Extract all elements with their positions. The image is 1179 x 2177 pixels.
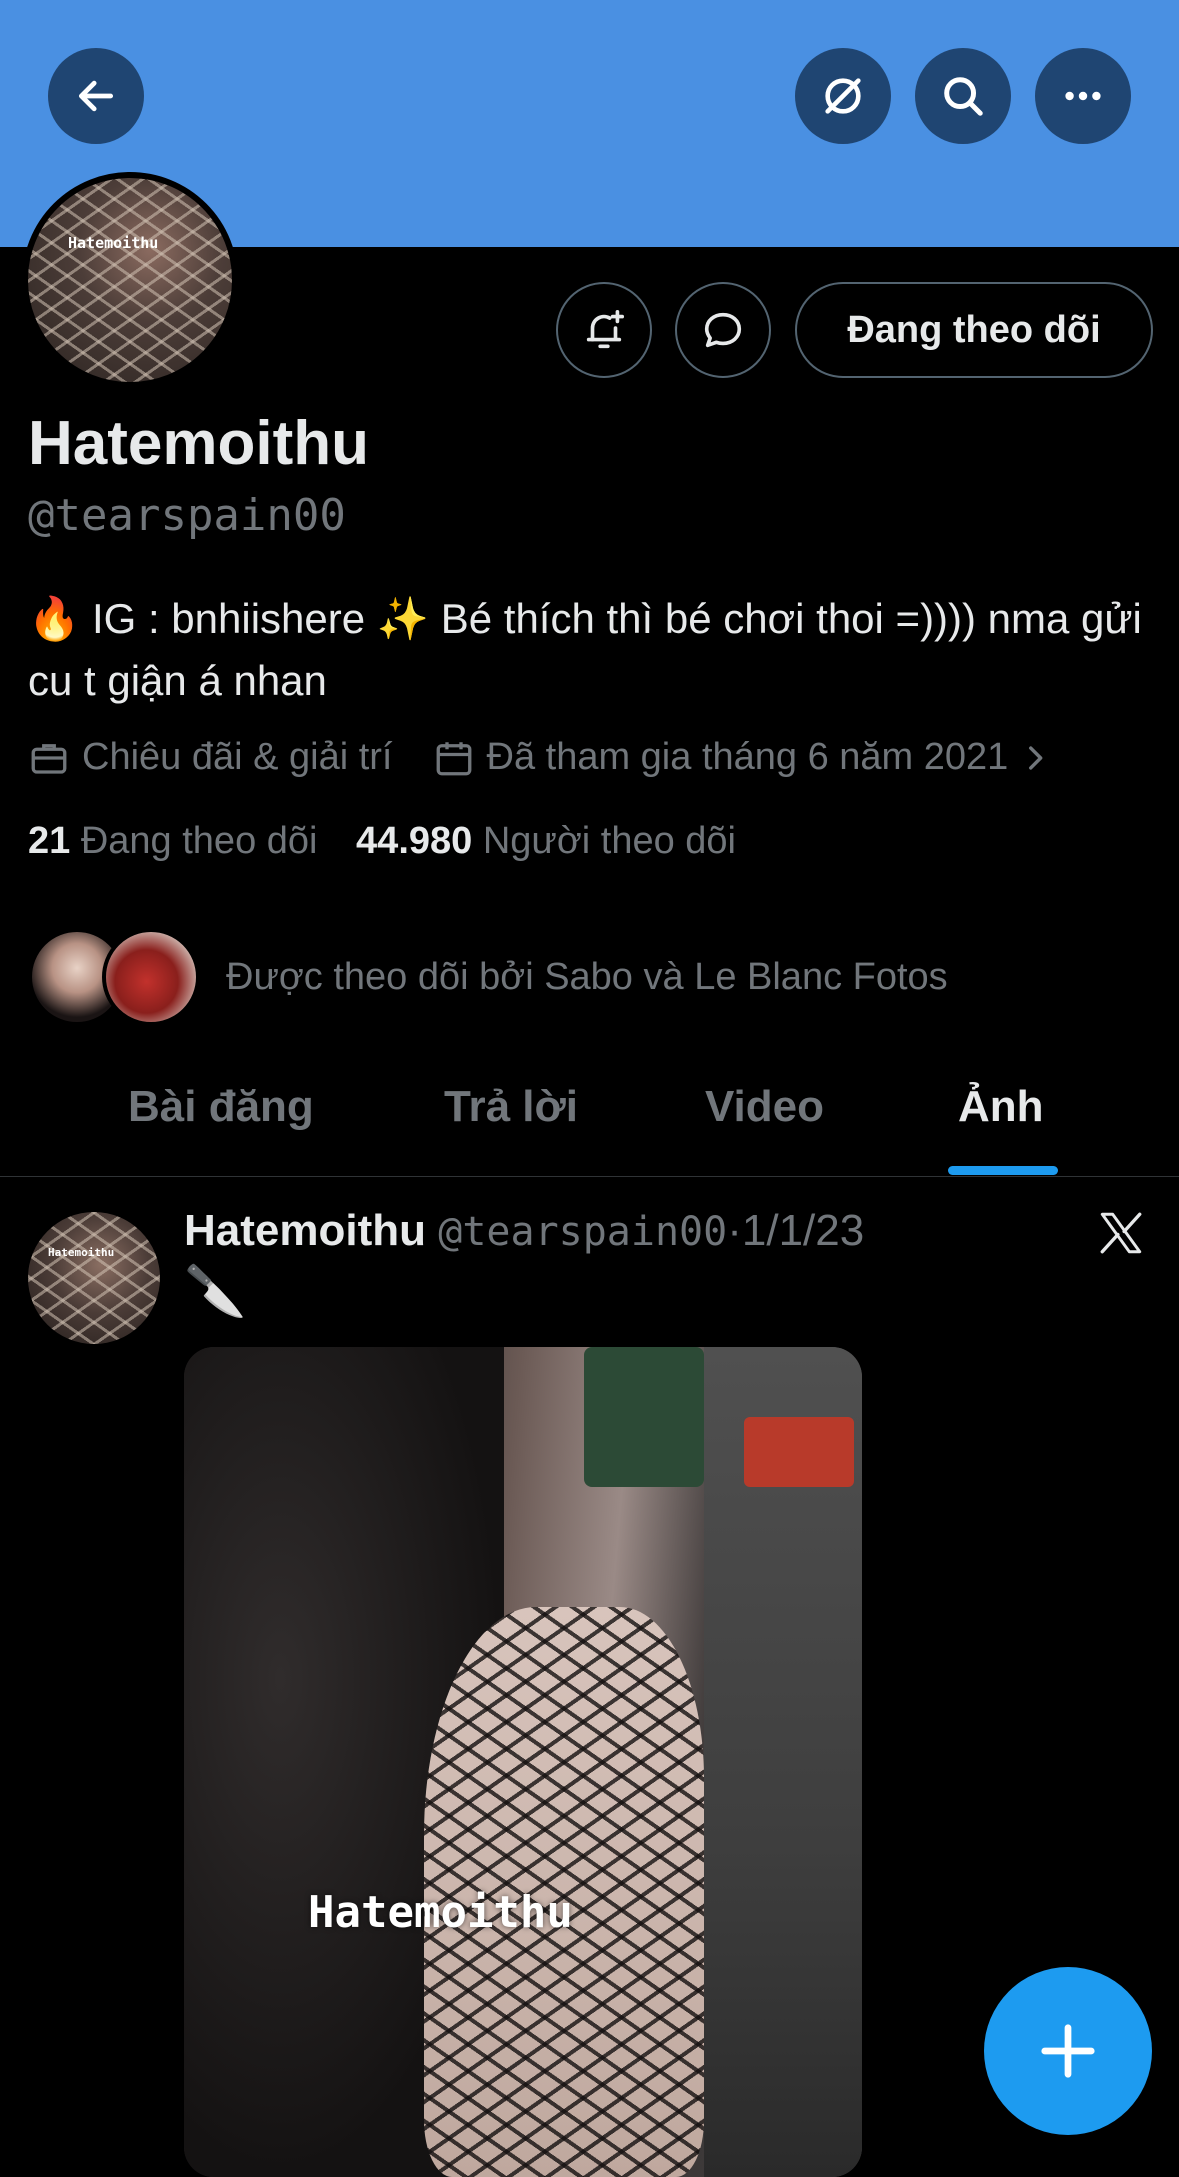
- post-author-avatar[interactable]: Hatemoithu: [28, 1212, 160, 1344]
- compose-button[interactable]: [984, 1967, 1152, 2135]
- follower-avatar: [102, 928, 200, 1026]
- following-label: Đang theo dõi: [80, 820, 318, 862]
- profile-avatar[interactable]: Hatemoithu: [22, 172, 238, 388]
- post-avatar-watermark: Hatemoithu: [48, 1246, 115, 1259]
- followed-by-text: Được theo dõi bởi Sabo và Le Blanc Fotos: [226, 955, 948, 998]
- profile-stats: 21 Đang theo dõi 44.980 Người theo dõi: [28, 820, 736, 863]
- following-stat[interactable]: 21 Đang theo dõi: [28, 820, 317, 862]
- notifications-button[interactable]: [556, 282, 652, 378]
- profile-name: Hatemoithu: [28, 409, 369, 478]
- avatar-pattern: [28, 178, 232, 382]
- grok-button[interactable]: [795, 48, 891, 144]
- avatar-watermark: Hatemoithu: [68, 234, 159, 252]
- more-button[interactable]: [1035, 48, 1131, 144]
- profile-bio: 🔥 IG : bnhiishere ✨ Bé thích thì bé chơi…: [28, 595, 1142, 704]
- grok-icon: [825, 78, 861, 114]
- profile-meta: Chiêu đãi & giải trí Đã tham gia tháng 6…: [28, 736, 1052, 779]
- post-date[interactable]: 1/1/23: [742, 1206, 864, 1255]
- briefcase-icon: [31, 743, 67, 774]
- search-icon: [944, 77, 983, 116]
- active-tab-indicator: [948, 1166, 1058, 1175]
- profile-category: Chiêu đãi & giải trí: [82, 736, 393, 778]
- followers-stat[interactable]: 44.980 Người theo dõi: [356, 820, 736, 862]
- chevron-right-icon[interactable]: [1018, 741, 1052, 775]
- following-button[interactable]: Đang theo dõi: [795, 282, 1153, 378]
- tab-posts[interactable]: Bài đăng: [128, 1082, 314, 1132]
- plus-icon: [1041, 2024, 1095, 2078]
- calendar-icon: [436, 741, 471, 775]
- post-author-name[interactable]: Hatemoithu: [184, 1206, 426, 1255]
- followers-count: 44.980: [356, 820, 473, 862]
- message-button[interactable]: [675, 282, 771, 378]
- more-horizontal-icon: [1065, 91, 1101, 101]
- post-header: Hatemoithu @tearspain00·1/1/23: [184, 1206, 864, 1256]
- bell-plus-icon: [586, 309, 625, 349]
- chat-bubble-icon: [704, 312, 742, 348]
- profile-joined[interactable]: Đã tham gia tháng 6 năm 2021: [487, 736, 1009, 779]
- tab-video[interactable]: Video: [705, 1082, 824, 1132]
- post-text: 🔪: [184, 1263, 247, 1319]
- photo-watermark: Hatemoithu: [308, 1887, 573, 1938]
- tab-photos[interactable]: Ảnh: [958, 1082, 1044, 1132]
- arrow-left-icon: [78, 80, 114, 112]
- search-button[interactable]: [915, 48, 1011, 144]
- following-count: 21: [28, 820, 71, 862]
- followed-by-row[interactable]: Được theo dõi bởi Sabo và Le Blanc Fotos: [28, 928, 948, 1026]
- x-logo-icon[interactable]: [1096, 1208, 1146, 1258]
- post-photo[interactable]: Hatemoithu: [184, 1347, 862, 2177]
- followers-label: Người theo dõi: [482, 820, 737, 862]
- profile-handle: @tearspain00: [28, 490, 346, 541]
- post-separator: ·: [727, 1206, 742, 1255]
- avatar-pattern: [28, 1212, 160, 1344]
- tab-replies[interactable]: Trả lời: [444, 1082, 578, 1132]
- profile-tabs: Bài đăng Trả lời Video Ảnh: [0, 1040, 1179, 1177]
- back-button[interactable]: [48, 48, 144, 144]
- photo-phone: [584, 1347, 704, 1487]
- post-author-handle[interactable]: @tearspain00: [438, 1209, 727, 1255]
- photo-red-box: [744, 1417, 854, 1487]
